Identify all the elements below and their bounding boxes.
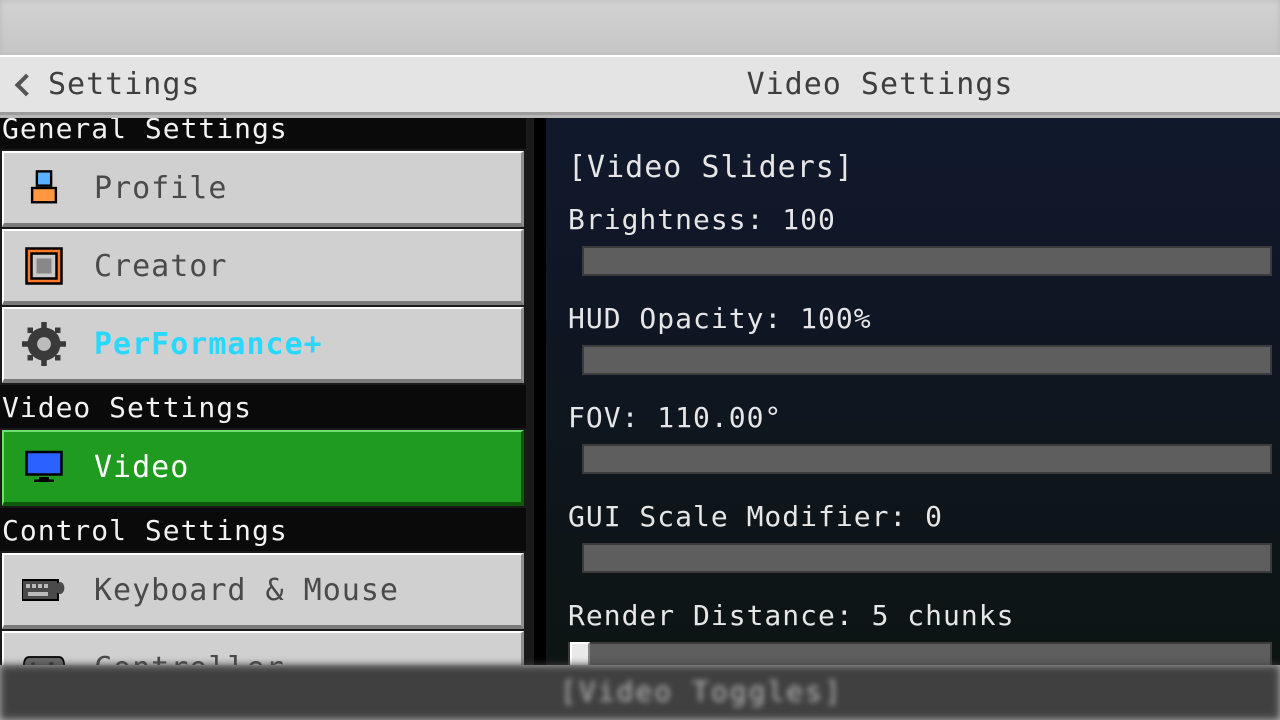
sidebar-item-video[interactable]: Video <box>2 430 524 506</box>
section-general: General Settings <box>0 118 526 149</box>
section-control: Control Settings <box>0 508 526 551</box>
panel-divider <box>534 118 546 665</box>
gui-scale-slider[interactable] <box>582 543 1272 573</box>
keyboard-icon <box>22 568 66 612</box>
content-panel: [Video Sliders] Brightness: 100 HUD Opac… <box>546 118 1280 665</box>
fov-label: FOV: 110.00° <box>568 401 1272 434</box>
section-video: Video Settings <box>0 385 526 428</box>
creator-icon <box>22 244 66 288</box>
group-sliders-label: [Video Sliders] <box>568 150 1272 185</box>
gear-icon <box>22 322 66 366</box>
sidebar-item-label: Keyboard & Mouse <box>94 573 399 608</box>
hud-opacity-label: HUD Opacity: 100% <box>568 302 1272 335</box>
monitor-icon <box>22 445 66 489</box>
sidebar-item-label: Profile <box>94 171 227 206</box>
sidebar-item-profile[interactable]: Profile <box>2 151 524 227</box>
sidebar-item-label: Controller <box>94 651 285 666</box>
profile-icon <box>22 166 66 210</box>
sidebar-item-label: Creator <box>94 249 227 284</box>
back-button[interactable]: Settings <box>0 57 219 112</box>
brightness-label: Brightness: 100 <box>568 203 1272 236</box>
gui-scale-label: GUI Scale Modifier: 0 <box>568 500 1272 533</box>
sidebar-item-keyboard[interactable]: Keyboard & Mouse <box>2 553 524 629</box>
render-distance-slider[interactable] <box>568 642 1272 665</box>
blur-bottom-text: [Video Toggles] <box>560 675 843 708</box>
controller-icon <box>22 646 66 665</box>
blur-top <box>0 0 1280 55</box>
brightness-slider[interactable] <box>582 246 1272 276</box>
sidebar-item-label: PerFormance+ <box>94 327 323 362</box>
sidebar-item-controller[interactable]: Controller <box>2 631 524 665</box>
sidebar-item-creator[interactable]: Creator <box>2 229 524 305</box>
sidebar-item-performance[interactable]: PerFormance+ <box>2 307 524 383</box>
slider-thumb[interactable] <box>570 642 590 665</box>
sidebar-item-label: Video <box>94 450 189 485</box>
body-area: General Settings Profile Creator PerForm… <box>0 118 1280 665</box>
sidebar: General Settings Profile Creator PerForm… <box>0 118 534 665</box>
render-distance-label: Render Distance: 5 chunks <box>568 599 1272 632</box>
header-bar: Settings Video Settings <box>0 55 1280 115</box>
fov-slider[interactable] <box>582 444 1272 474</box>
hud-opacity-slider[interactable] <box>582 345 1272 375</box>
back-label: Settings <box>48 67 201 102</box>
chevron-left-icon <box>15 73 38 96</box>
